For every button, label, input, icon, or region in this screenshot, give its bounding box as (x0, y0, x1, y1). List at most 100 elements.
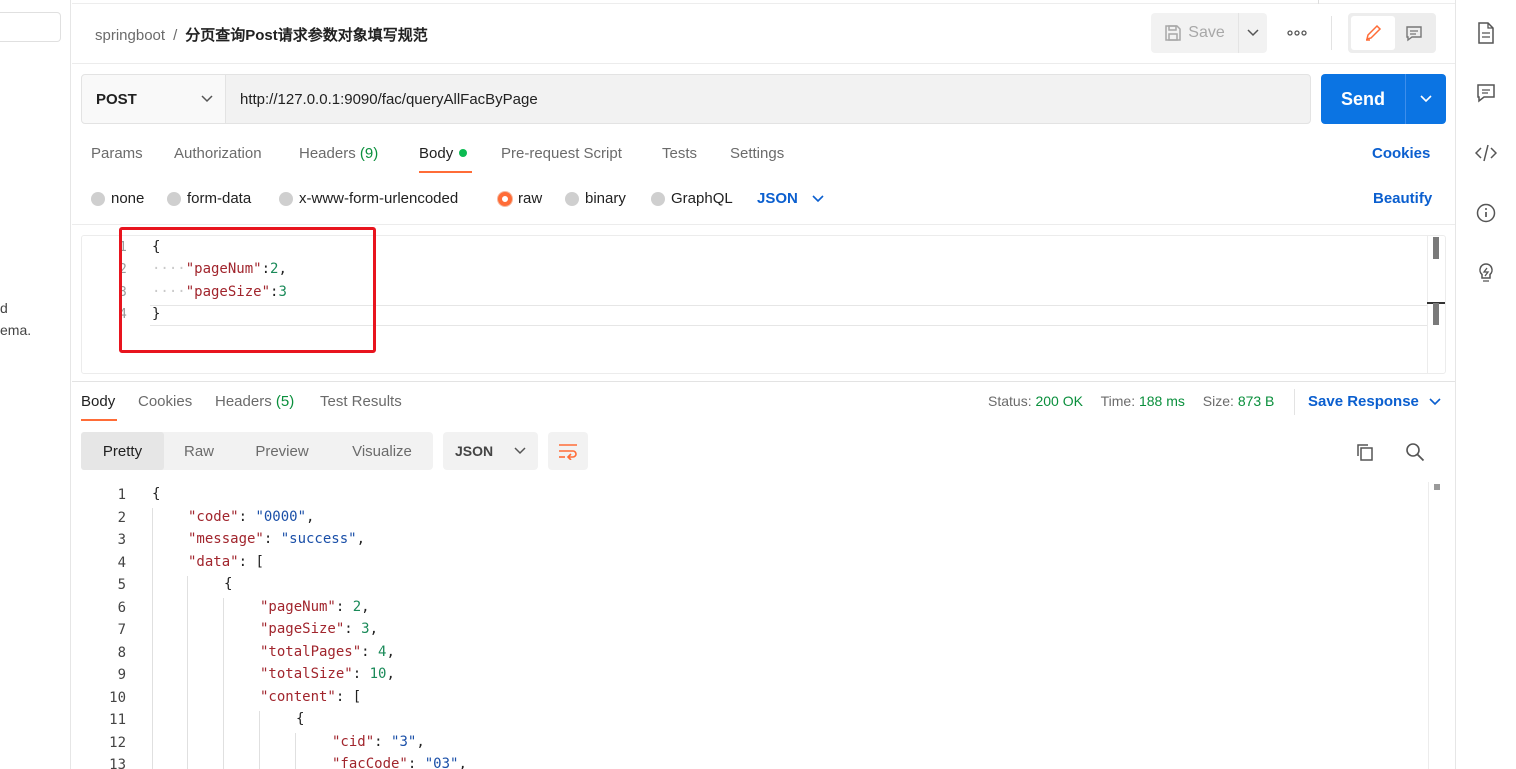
line-number: 13 (109, 757, 126, 769)
size-value[interactable]: 873 B (1238, 393, 1275, 409)
code-token: "code" (188, 509, 239, 525)
tab-params[interactable]: Params (91, 145, 143, 162)
edit-mode-button[interactable] (1351, 16, 1395, 50)
response-tab-headers-count: (5) (275, 393, 295, 410)
code-token: , (369, 621, 379, 637)
code-token: "03" (424, 756, 459, 769)
code-token: [ (255, 554, 264, 570)
body-type-raw[interactable]: raw (498, 190, 542, 207)
send-button[interactable]: Send (1321, 74, 1405, 124)
body-type-label: binary (585, 190, 626, 207)
tab-authorization[interactable]: Authorization (174, 145, 262, 162)
code-line: "totalPages": 4, (260, 644, 395, 660)
breadcrumb: springboot / 分页查询Post请求参数对象填写规范 (95, 24, 428, 45)
body-type-binary[interactable]: binary (565, 190, 626, 207)
search-button[interactable] (1402, 439, 1428, 465)
view-preview-button[interactable]: Preview (241, 435, 323, 467)
code-token: 3 (361, 621, 370, 637)
tab-settings[interactable]: Settings (730, 145, 784, 162)
code-token: , (361, 599, 370, 615)
right-sidebar (1455, 0, 1516, 769)
response-scrollbar[interactable] (1428, 482, 1445, 769)
line-number: 3 (117, 532, 126, 548)
sidebar-partial-text: d (0, 300, 8, 316)
info-icon[interactable] (1474, 201, 1498, 225)
body-type-urlencoded[interactable]: x-www-form-urlencoded (279, 190, 458, 207)
time-value[interactable]: 188 ms (1139, 393, 1185, 409)
send-options-button[interactable] (1405, 74, 1446, 124)
body-type-label: form-data (187, 190, 252, 207)
sidebar-partial-text: ema. (0, 322, 32, 338)
code-token: 10 (369, 666, 387, 682)
response-tab-test-results[interactable]: Test Results (320, 393, 402, 410)
response-tab-cookies[interactable]: Cookies (138, 393, 192, 410)
time-label: Time: (1100, 393, 1136, 409)
save-options-button[interactable] (1238, 13, 1267, 53)
body-indicator-dot (459, 149, 468, 157)
radio-icon (279, 191, 293, 206)
save-button[interactable]: Save (1151, 13, 1238, 53)
code-icon[interactable] (1474, 141, 1498, 165)
active-tab-indicator (419, 171, 472, 173)
request-title[interactable]: 分页查询Post请求参数对象填写规范 (185, 27, 428, 44)
code-token: "data" (188, 554, 239, 570)
comments-icon[interactable] (1474, 81, 1498, 105)
method-select[interactable]: POST (81, 74, 226, 124)
cookies-link[interactable]: Cookies (1372, 145, 1430, 162)
request-response-divider[interactable] (72, 381, 1455, 382)
code-line: "facCode": "03", (332, 756, 467, 769)
scrollbar-thumb[interactable] (1433, 237, 1439, 259)
highlight-annotation-box (119, 227, 376, 353)
code-line: "data": [ (188, 554, 264, 570)
body-type-form-data[interactable]: form-data (167, 190, 251, 207)
body-type-graphql[interactable]: GraphQL (651, 190, 733, 207)
copy-button[interactable] (1352, 439, 1378, 465)
wrap-lines-button[interactable] (548, 432, 588, 470)
url-input[interactable]: http://127.0.0.1:9090/fac/queryAllFacByP… (225, 74, 1311, 124)
radio-icon (651, 191, 665, 206)
tab-tests[interactable]: Tests (662, 145, 697, 162)
sidebar-search-input[interactable] (0, 12, 61, 42)
code-token: : (374, 734, 392, 750)
line-number: 1 (117, 487, 126, 503)
body-type-none[interactable]: none (91, 190, 144, 207)
beautify-link[interactable]: Beautify (1373, 190, 1432, 207)
response-format-select[interactable]: JSON (443, 432, 538, 470)
response-tab-headers[interactable]: Headers (5) (215, 393, 294, 410)
view-raw-button[interactable]: Raw (169, 435, 229, 467)
comments-mode-button[interactable] (1395, 16, 1433, 50)
status-value[interactable]: 200 OK (1035, 393, 1082, 409)
body-type-label: x-www-form-urlencoded (299, 190, 459, 207)
tab-headers-count: (9) (359, 145, 379, 162)
radio-selected-icon (498, 191, 512, 206)
code-token: "success" (280, 531, 357, 547)
url-text: http://127.0.0.1:9090/fac/queryAllFacByP… (240, 90, 538, 108)
documentation-icon[interactable] (1474, 21, 1498, 45)
code-token: , (386, 644, 395, 660)
view-pretty-button[interactable]: Pretty (81, 432, 164, 470)
indent-guide (187, 576, 188, 769)
header-separator (72, 63, 1455, 64)
save-response-button[interactable]: Save Response (1308, 393, 1441, 410)
more-actions-button[interactable] (1282, 20, 1312, 46)
response-tab-body[interactable]: Body (81, 393, 115, 410)
tab-headers[interactable]: Headers (9) (299, 145, 378, 162)
lightbulb-icon[interactable] (1474, 261, 1498, 285)
indent-guide (259, 711, 260, 769)
tab-body[interactable]: Body (419, 145, 468, 162)
scrollbar-thumb[interactable] (1433, 303, 1439, 325)
view-visualize-button[interactable]: Visualize (337, 435, 427, 467)
code-token: , (458, 756, 467, 769)
breadcrumb-workspace[interactable]: springboot (95, 27, 165, 44)
tab-pre-request-script[interactable]: Pre-request Script (501, 145, 622, 162)
body-type-label: none (111, 190, 145, 207)
breadcrumb-separator: / (173, 27, 178, 44)
body-language-select[interactable]: JSON (757, 190, 824, 207)
code-token: { (152, 486, 161, 502)
code-token: [ (352, 689, 362, 705)
header-divider (1331, 16, 1332, 50)
indent-guide (295, 733, 296, 769)
sidebar-panel (0, 0, 71, 769)
indent-guide (152, 508, 153, 769)
scrollbar-thumb[interactable] (1434, 484, 1440, 490)
